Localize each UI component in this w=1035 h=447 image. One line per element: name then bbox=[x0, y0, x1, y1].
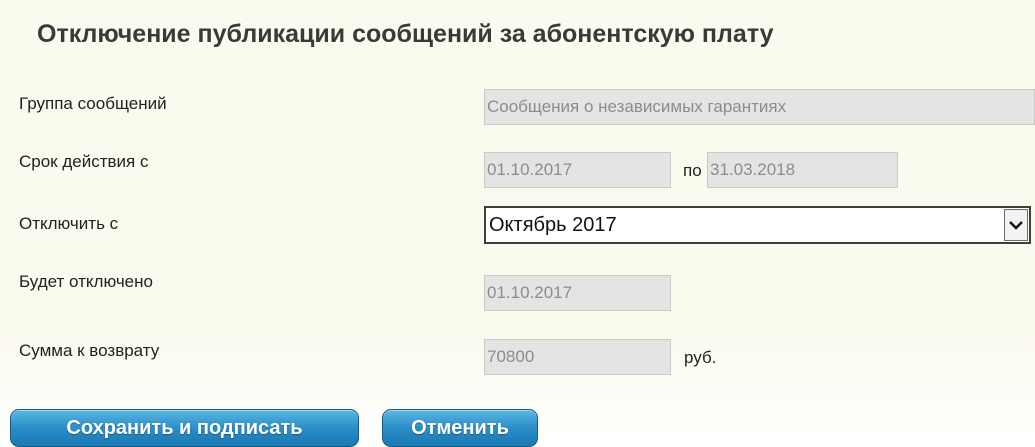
disable-from-label: Отключить с bbox=[19, 214, 119, 233]
message-group-field: Сообщения о независимых гарантиях bbox=[484, 89, 1035, 125]
refund-label: Сумма к возврату bbox=[19, 341, 160, 360]
validity-label: Срок действия с bbox=[19, 152, 149, 171]
validity-to-label: по bbox=[683, 161, 702, 180]
refund-unit: руб. bbox=[684, 348, 717, 367]
will-be-disabled-field: 01.10.2017 bbox=[484, 275, 671, 311]
cancel-button[interactable]: Отменить bbox=[382, 409, 538, 447]
refund-field: 70800 bbox=[484, 339, 671, 375]
will-be-disabled-label: Будет отключено bbox=[19, 272, 153, 291]
chevron-down-icon[interactable] bbox=[1004, 209, 1028, 241]
page-title: Отключение публикации сообщений за абоне… bbox=[37, 20, 774, 48]
save-and-sign-button[interactable]: Сохранить и подписать bbox=[10, 409, 359, 447]
disable-from-selected: Октябрь 2017 bbox=[489, 214, 617, 236]
disable-from-select[interactable]: Октябрь 2017 bbox=[484, 206, 1031, 244]
form-panel: Отключение публикации сообщений за абоне… bbox=[0, 0, 1035, 447]
validity-to-field: 31.03.2018 bbox=[707, 152, 898, 188]
message-group-label: Группа сообщений bbox=[19, 94, 167, 113]
validity-from-field: 01.10.2017 bbox=[484, 152, 671, 188]
